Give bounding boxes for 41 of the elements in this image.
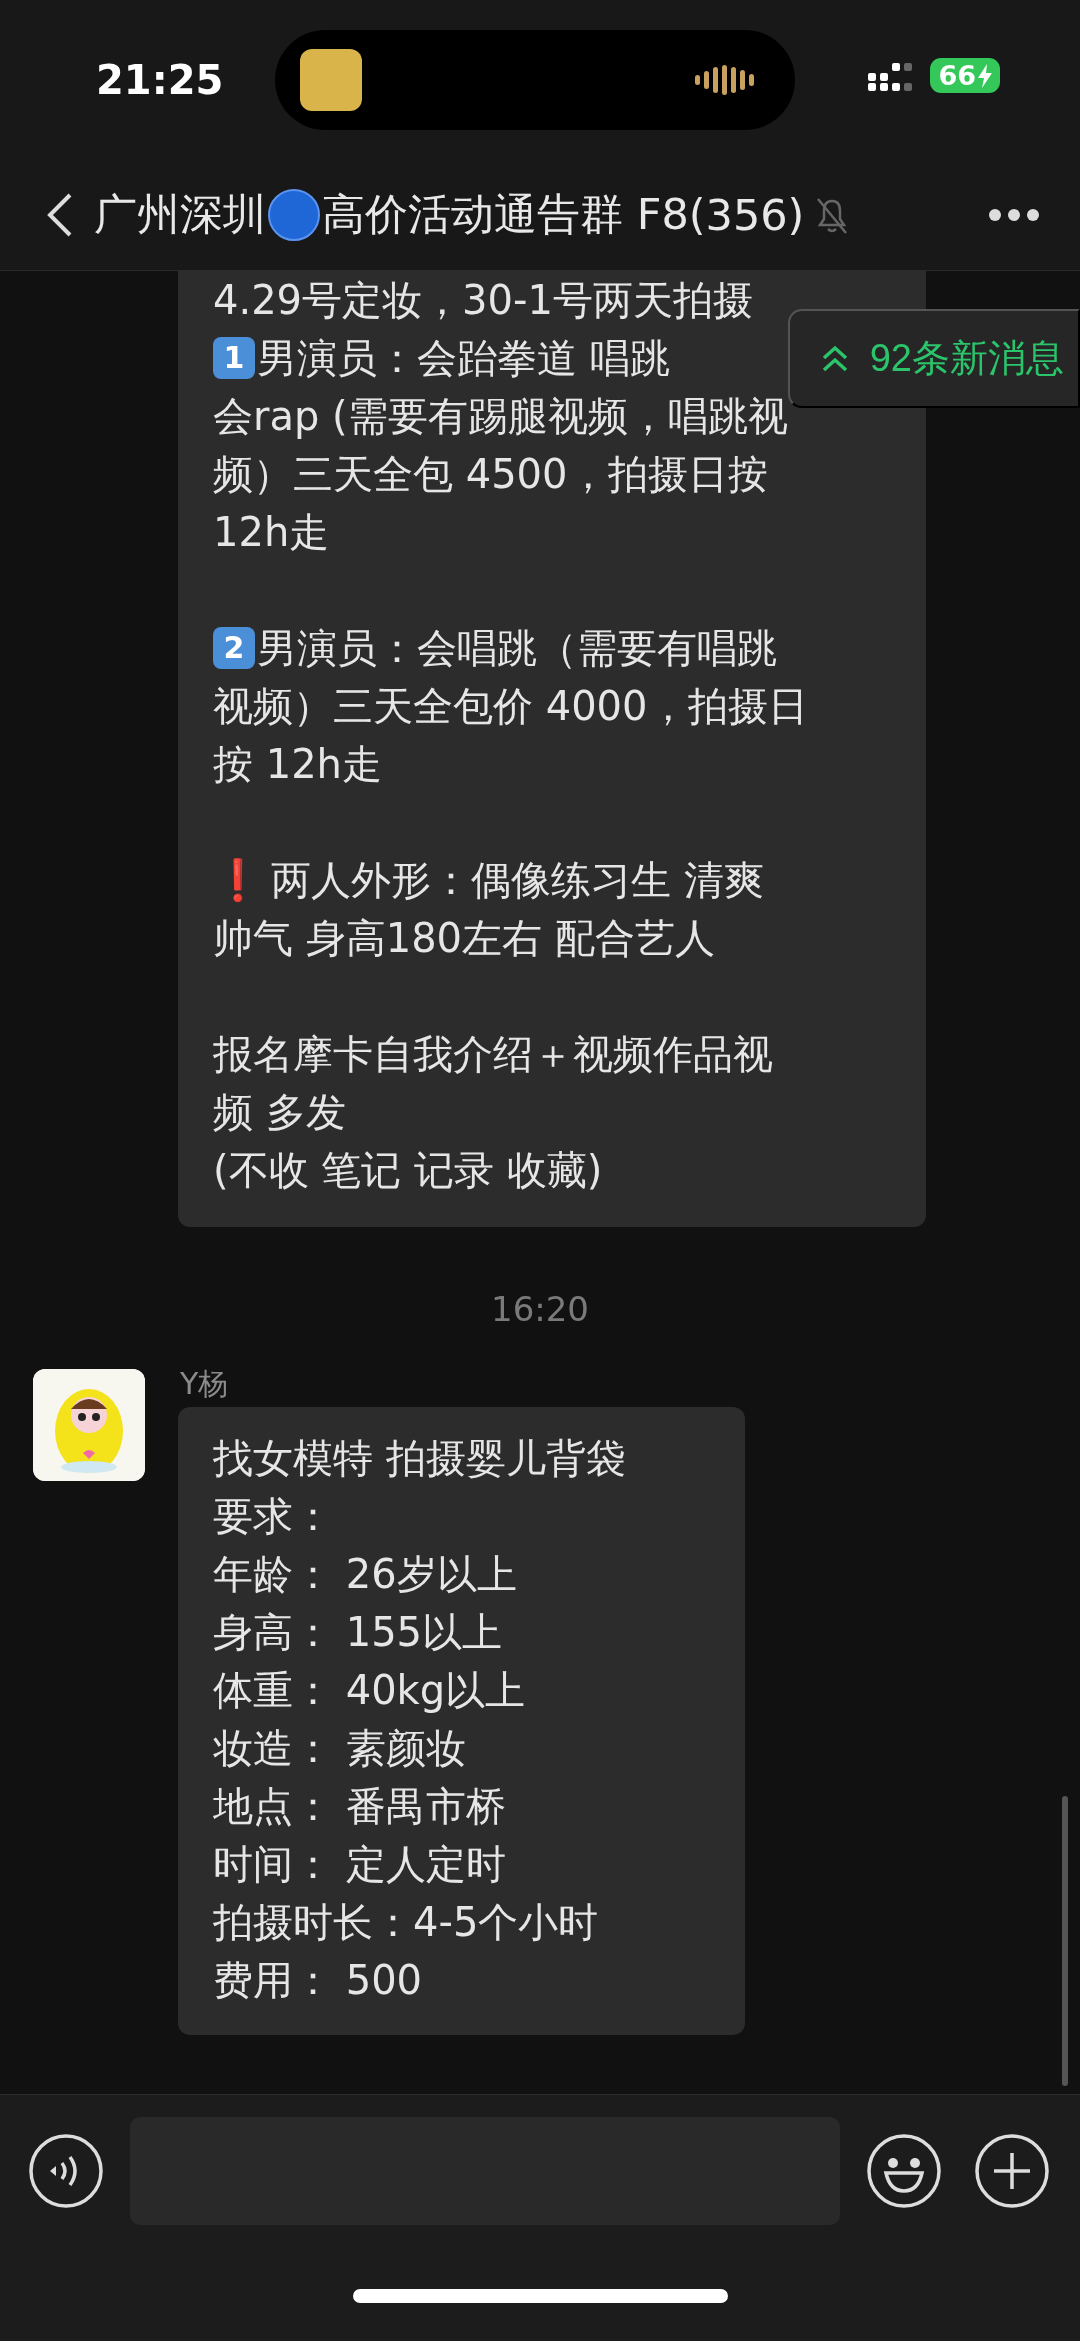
message-line: 妆造： 素颜妆 xyxy=(213,1724,467,1773)
number-keycap: 2 xyxy=(213,627,255,669)
photo-placeholder xyxy=(300,49,362,111)
message-line: 视频）三天全包价 4000，拍摄日 xyxy=(213,682,809,731)
message-line: 身高： 155以上 xyxy=(213,1608,504,1657)
message-line: 帅气 身高180左右 配合艺人 xyxy=(213,914,716,963)
message-line: 4.29号定妆，30-1号两天拍摄 xyxy=(213,276,754,325)
battery-level: 66 xyxy=(930,58,1000,93)
message-line: ❗ 两人外形：偶像练习生 清爽 xyxy=(213,851,896,909)
message-line: 12h走 xyxy=(213,508,331,557)
message-line: 地点： 番禺市桥 xyxy=(213,1782,507,1831)
message-timestamp: 16:20 xyxy=(491,1289,589,1329)
message-line: 2 男演员：会唱跳（需要有唱跳 xyxy=(213,619,896,677)
exclamation-mark: ❗ xyxy=(213,856,263,905)
chat-title: 高价活动通告群 F8 xyxy=(322,188,689,241)
message-line: 体重： 40kg以上 xyxy=(213,1666,527,1715)
message-line: 时间： 定人定时 xyxy=(213,1840,507,1889)
voice-button[interactable] xyxy=(28,2133,104,2209)
more-button[interactable] xyxy=(988,208,1040,222)
charging-bolt-icon xyxy=(978,63,992,88)
message-line: 找女模特 拍摄婴儿背袋 xyxy=(213,1434,627,1483)
message-line: 报名摩卡自我介绍＋视频作品视 xyxy=(213,1030,774,1079)
new-messages-button[interactable]: 92条新消息 xyxy=(787,309,1080,408)
member-count: (356) xyxy=(688,190,805,240)
chat-title: 广州深圳 xyxy=(94,188,266,241)
sender-name: Y杨 xyxy=(180,1369,230,1403)
number-keycap: 1 xyxy=(213,337,255,379)
circle-emoji-icon xyxy=(268,189,320,241)
message-line: 要求： xyxy=(213,1492,334,1541)
message-line: 按 12h走 xyxy=(213,740,383,789)
message-line: 年龄： 26岁以上 xyxy=(213,1550,518,1599)
status-time: 21:25 xyxy=(96,57,225,103)
message-line: 拍摄时长：4-5个小时 xyxy=(213,1898,600,1947)
message-line: (不收 笔记 记录 收藏) xyxy=(213,1146,604,1195)
message-line: 频 多发 xyxy=(213,1088,347,1137)
avatar-doll-icon[interactable] xyxy=(33,1369,145,1481)
emoji-button[interactable] xyxy=(866,2133,942,2209)
message-line: 会rap (需要有踢腿视频，唱跳视 xyxy=(213,392,789,441)
message-line: 费用： 500 xyxy=(213,1956,424,2005)
message-line: 频）三天全包 4500，拍摄日按 xyxy=(213,450,769,499)
plus-button[interactable] xyxy=(974,2133,1050,2209)
